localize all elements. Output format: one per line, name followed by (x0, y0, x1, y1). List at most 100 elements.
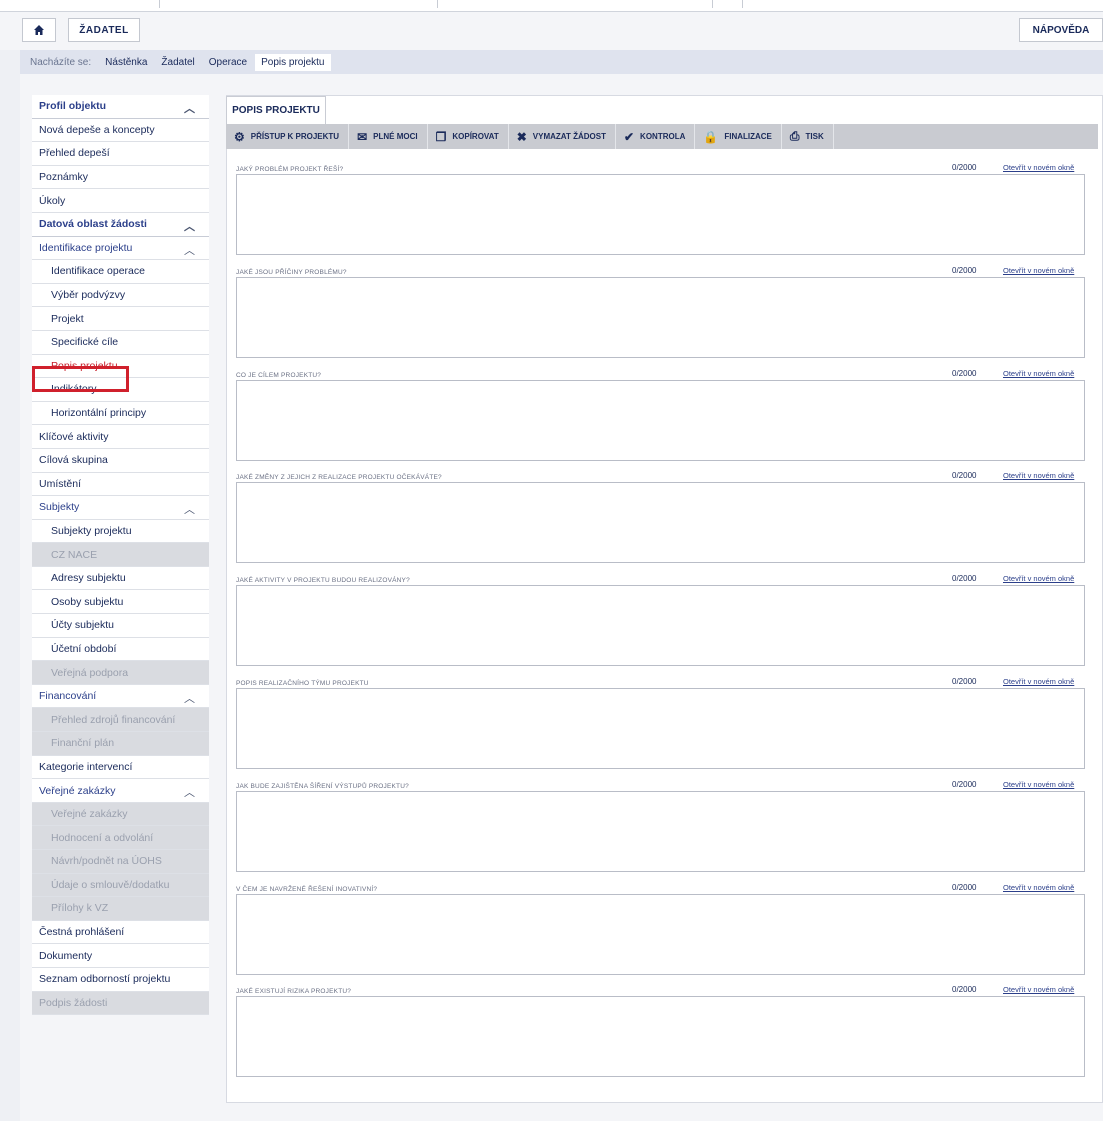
sidebar-item-label: Účetní období (51, 642, 117, 655)
sidebar-item[interactable]: Účetní období (32, 637, 209, 662)
sidebar-item[interactable]: Přehled depeší (32, 142, 209, 166)
toolbar-button[interactable]: ✖ VYMAZAT ŽÁDOST (517, 124, 616, 149)
sidebar-item[interactable]: Identifikace projektu ︿ (32, 236, 209, 261)
sidebar-item-label: Přehled depeší (39, 147, 110, 160)
textarea-field[interactable] (236, 688, 1085, 769)
help-button[interactable]: NÁPOVĚDA (1019, 18, 1103, 42)
sidebar-item[interactable]: Subjekty ︿ (32, 496, 209, 520)
sidebar-item[interactable]: Horizontální principy (32, 401, 209, 426)
toolbar-button[interactable]: 🔒 FINALIZACE (703, 124, 782, 149)
toolbar-button[interactable]: ✉ PLNÉ MOCI (357, 124, 428, 149)
char-counter: 0/2000 (952, 471, 977, 481)
sidebar-item[interactable]: Subjekty projektu (32, 519, 209, 544)
home-button[interactable] (22, 18, 56, 42)
sidebar-item[interactable]: Projekt (32, 307, 209, 331)
sidebar-item[interactable]: Klíčové aktivity (32, 425, 209, 449)
chevron-up-icon[interactable]: ︿ (184, 242, 195, 258)
sidebar-item[interactable]: Čestná prohlášení (32, 920, 209, 945)
sidebar-item-label: Datová oblast žádosti (39, 218, 147, 231)
field-label: JAKÉ ZMĚNY Z JEJICH Z REALIZACE PROJEKTU… (236, 474, 442, 482)
toolbar-button[interactable]: ⎙ TISK (790, 124, 834, 149)
sidebar-item[interactable]: Nová depeše a koncepty (32, 118, 209, 143)
chevron-up-icon[interactable]: ︿ (184, 501, 195, 517)
char-counter: 0/2000 (952, 265, 977, 275)
sidebar-item[interactable]: Veřejné zakázky ︿ (32, 779, 209, 803)
check-icon: ✔ (623, 129, 635, 144)
sidebar-item[interactable]: Indikátory (32, 378, 209, 402)
open-in-new-window-link[interactable]: Otevřít v novém okně (1003, 985, 1074, 994)
sidebar-item-label: Projekt (51, 312, 84, 325)
textarea-field[interactable] (236, 790, 1085, 872)
tab-popis-projektu[interactable]: POPIS PROJEKTU (226, 96, 326, 124)
toolbar-button-label: PŘÍSTUP K PROJEKTU (250, 132, 340, 141)
sidebar-item-label: Přílohy k VZ (51, 902, 109, 915)
char-counter: 0/2000 (952, 882, 977, 892)
zadatel-button[interactable]: ŽADATEL (68, 18, 140, 42)
toolbar-button[interactable]: ✔ KONTROLA (623, 124, 696, 149)
field-label: JAK BUDE ZAJIŠTĚNA ŠÍŘENÍ VÝSTUPŮ PROJEK… (236, 782, 409, 790)
chevron-up-icon[interactable]: ︿ (184, 100, 195, 116)
chevron-up-icon[interactable]: ︿ (184, 784, 195, 800)
copy-icon: ❐ (435, 129, 447, 144)
textarea-field[interactable] (236, 482, 1085, 564)
sidebar-item[interactable]: Výběr podvýzvy (32, 283, 209, 308)
sidebar-item[interactable]: Specifické cíle (32, 330, 209, 355)
open-in-new-window-link[interactable]: Otevřít v novém okně (1003, 266, 1074, 275)
users-icon: ⚙ (234, 129, 245, 144)
sidebar-item[interactable]: Datová oblast žádosti ︿ (32, 212, 209, 237)
open-in-new-window-link[interactable]: Otevřít v novém okně (1003, 471, 1074, 480)
toolbar-button[interactable]: ❐ KOPÍROVAT (436, 124, 509, 149)
open-in-new-window-link[interactable]: Otevřít v novém okně (1003, 780, 1074, 789)
sidebar-item[interactable]: Adresy subjektu (32, 566, 209, 591)
sidebar-item[interactable]: Identifikace operace (32, 260, 209, 284)
sidebar-item-label: CZ NACE (51, 548, 98, 561)
open-in-new-window-link[interactable]: Otevřít v novém okně (1003, 677, 1074, 686)
open-in-new-window-link[interactable]: Otevřít v novém okně (1003, 883, 1074, 892)
sidebar-item-label: Účty subjektu (51, 619, 115, 632)
breadcrumb-item-current: Popis projektu (255, 53, 331, 71)
sidebar-item[interactable]: Popis projektu (32, 354, 209, 379)
sidebar-item[interactable]: Dokumenty (32, 944, 209, 968)
textarea-field[interactable] (236, 174, 1085, 255)
toolbar-button-label: VYMAZAT ŽÁDOST (532, 132, 606, 141)
sidebar-item[interactable]: Umístění (32, 472, 209, 497)
toolbar-button[interactable]: ⚙ PŘÍSTUP K PROJEKTU (234, 124, 350, 149)
sidebar-item-label: Přehled zdrojů financování (51, 713, 176, 726)
textarea-field[interactable] (236, 276, 1085, 358)
toolbar-button-label: TISK (805, 132, 824, 141)
mail-icon: ✉ (357, 129, 368, 144)
breadcrumb-item-operace[interactable]: Operace (209, 57, 247, 68)
sidebar-item: Hodnocení a odvolání (32, 826, 209, 850)
sidebar-item: Návrh/podnět na ÚOHS (32, 850, 209, 874)
open-in-new-window-link[interactable]: Otevřít v novém okně (1003, 369, 1074, 378)
chevron-up-icon[interactable]: ︿ (184, 218, 195, 234)
textarea-field[interactable] (236, 893, 1085, 975)
sidebar-item-label: Údaje o smlouvě/dodatku (51, 878, 170, 891)
breadcrumb: Nacházíte se: Nástěnka Žadatel Operace P… (20, 50, 1103, 74)
breadcrumb-item-zadatel[interactable]: Žadatel (161, 57, 194, 68)
sidebar-item-label: Nová depeše a koncepty (39, 123, 155, 136)
sidebar-item[interactable]: Cílová skupina (32, 448, 209, 473)
sidebar-item-label: Dokumenty (39, 949, 93, 962)
chevron-up-icon[interactable]: ︿ (184, 690, 195, 706)
sidebar-item[interactable]: Seznam odborností projektu (32, 967, 209, 992)
textarea-field[interactable] (236, 379, 1085, 461)
sidebar-item[interactable]: Osoby subjektu (32, 590, 209, 615)
textarea-field[interactable] (236, 996, 1085, 1078)
textarea-field[interactable] (236, 585, 1085, 667)
sidebar-item[interactable]: Financování ︿ (32, 684, 209, 709)
sidebar-item-label: Návrh/podnět na ÚOHS (51, 855, 162, 868)
window-top-strip (0, 0, 1103, 12)
breadcrumb-item-nastenka[interactable]: Nástěnka (105, 57, 147, 68)
sidebar-item[interactable]: Účty subjektu (32, 614, 209, 638)
sidebar-item[interactable]: Poznámky (32, 165, 209, 190)
app-header: ŽADATEL NÁPOVĚDA (0, 12, 1103, 50)
sidebar-item[interactable]: Kategorie intervencí (32, 755, 209, 780)
sidebar-item-label: Veřejná podpora (51, 666, 129, 679)
open-in-new-window-link[interactable]: Otevřít v novém okně (1003, 574, 1074, 583)
sidebar-item-label: Finanční plán (51, 737, 115, 750)
sidebar-item[interactable]: Profil objektu ︿ (32, 95, 209, 119)
sidebar-item[interactable]: Úkoly (32, 189, 209, 213)
sidebar-item-label: Úkoly (39, 194, 66, 207)
open-in-new-window-link[interactable]: Otevřít v novém okně (1003, 163, 1074, 172)
